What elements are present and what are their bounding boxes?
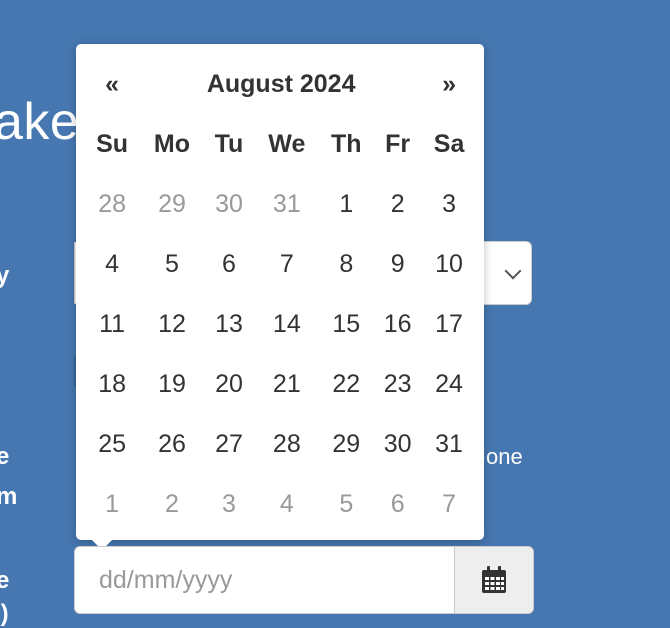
day-cell-next-month[interactable]: 6 — [373, 474, 422, 534]
day-cell-next-month[interactable]: 5 — [319, 474, 373, 534]
day-cell[interactable]: 1 — [319, 174, 373, 234]
day-cell[interactable]: 20 — [204, 354, 254, 414]
next-month-button[interactable]: » — [422, 54, 476, 114]
calendar-week: 18 19 20 21 22 23 24 — [84, 354, 476, 414]
day-cell-previous-month[interactable]: 31 — [254, 174, 319, 234]
day-cell-previous-month[interactable]: 29 — [140, 174, 204, 234]
day-cell[interactable]: 9 — [373, 234, 422, 294]
form-label: y — [0, 262, 10, 289]
day-cell[interactable]: 8 — [319, 234, 373, 294]
day-cell[interactable]: 26 — [140, 414, 204, 474]
day-cell-next-month[interactable]: 4 — [254, 474, 319, 534]
day-cell[interactable]: 19 — [140, 354, 204, 414]
weekday-header: We — [268, 129, 306, 158]
weekday-header: Su — [96, 129, 129, 158]
calendar-grid: « August 2024 » Su Mo Tu We Th Fr Sa 28 … — [84, 54, 476, 534]
day-cell[interactable]: 12 — [140, 294, 204, 354]
day-cell[interactable]: 27 — [204, 414, 254, 474]
prev-month-button[interactable]: « — [84, 54, 140, 114]
calendar-week: 28 29 30 31 1 2 3 — [84, 174, 476, 234]
day-cell[interactable]: 15 — [319, 294, 373, 354]
datepicker-popup: « August 2024 » Su Mo Tu We Th Fr Sa 28 … — [76, 44, 484, 550]
day-cell[interactable]: 3 — [422, 174, 476, 234]
day-cell[interactable]: 24 — [422, 354, 476, 414]
day-cell[interactable]: 30 — [373, 414, 422, 474]
day-cell[interactable]: 28 — [254, 414, 319, 474]
day-cell-next-month[interactable]: 7 — [422, 474, 476, 534]
day-cell-previous-month[interactable]: 30 — [204, 174, 254, 234]
weekday-header: Th — [331, 129, 362, 158]
day-cell[interactable]: 5 — [140, 234, 204, 294]
page-heading: ake — [0, 93, 80, 151]
day-cell[interactable]: 17 — [422, 294, 476, 354]
chevron-down-icon — [504, 262, 522, 280]
month-title[interactable]: August 2024 — [140, 54, 422, 114]
day-cell[interactable]: 13 — [204, 294, 254, 354]
date-input-group — [74, 546, 534, 614]
day-cell-next-month[interactable]: 3 — [204, 474, 254, 534]
day-cell[interactable]: 11 — [84, 294, 140, 354]
radio-option-label[interactable]: one — [486, 444, 523, 470]
weekday-header: Mo — [153, 129, 191, 158]
day-cell[interactable]: 16 — [373, 294, 422, 354]
weekday-header: Sa — [433, 129, 465, 158]
day-cell[interactable]: 7 — [254, 234, 319, 294]
calendar-icon — [482, 566, 506, 593]
weekday-header: Fr — [385, 129, 411, 158]
form-label: e — [0, 443, 10, 470]
weekday-header: Tu — [214, 129, 244, 158]
day-cell-next-month[interactable]: 1 — [84, 474, 140, 534]
form-label: m — [0, 483, 18, 510]
day-cell[interactable]: 14 — [254, 294, 319, 354]
day-cell[interactable]: 2 — [373, 174, 422, 234]
day-cell[interactable]: 31 — [422, 414, 476, 474]
day-cell[interactable]: 6 — [204, 234, 254, 294]
day-cell[interactable]: 23 — [373, 354, 422, 414]
form-label: e — [0, 567, 10, 594]
day-cell[interactable]: 18 — [84, 354, 140, 414]
day-cell-previous-month[interactable]: 28 — [84, 174, 140, 234]
calendar-week: 1 2 3 4 5 6 7 — [84, 474, 476, 534]
date-input[interactable] — [75, 547, 454, 613]
day-cell-next-month[interactable]: 2 — [140, 474, 204, 534]
form-label: u) — [0, 600, 9, 627]
calendar-week: 25 26 27 28 29 30 31 — [84, 414, 476, 474]
day-cell[interactable]: 25 — [84, 414, 140, 474]
calendar-button[interactable] — [454, 547, 533, 613]
calendar-week: 4 5 6 7 8 9 10 — [84, 234, 476, 294]
day-cell[interactable]: 22 — [319, 354, 373, 414]
day-cell[interactable]: 4 — [84, 234, 140, 294]
day-cell[interactable]: 10 — [422, 234, 476, 294]
day-cell[interactable]: 29 — [319, 414, 373, 474]
calendar-week: 11 12 13 14 15 16 17 — [84, 294, 476, 354]
day-cell[interactable]: 21 — [254, 354, 319, 414]
